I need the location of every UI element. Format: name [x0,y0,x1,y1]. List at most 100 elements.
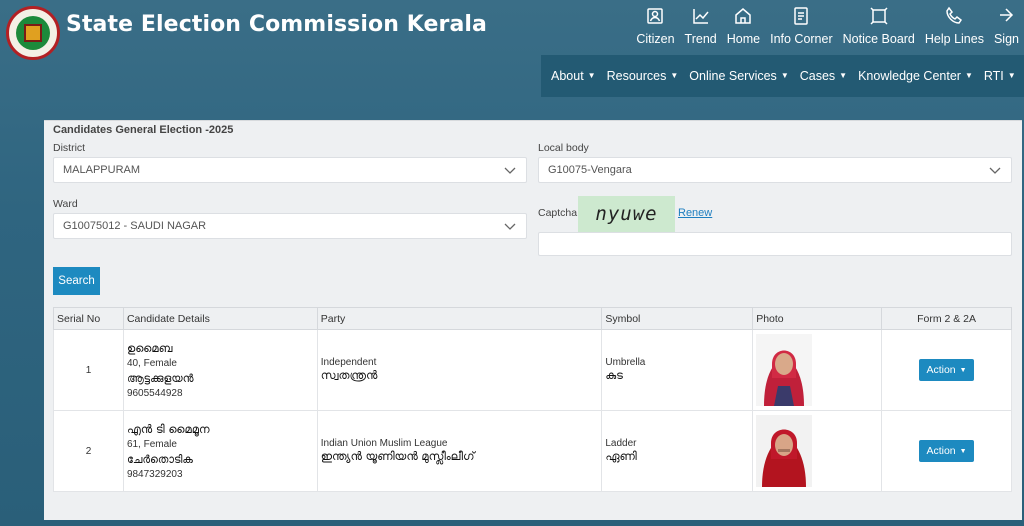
panel-title: Candidates General Election -2025 [53,124,234,136]
party-name-en: Indian Union Muslim League [320,438,448,449]
top-link-label: Trend [684,32,717,46]
home-icon [735,8,752,24]
menu-resources[interactable]: Resources ▼ [607,69,679,83]
menu-online-services[interactable]: Online Services ▼ [689,69,788,83]
col-form-header: Form 2 & 2A [881,307,1012,330]
menu-label: Resources [606,69,667,83]
candidates-table: Serial No Candidate Details Party Symbol… [53,307,1012,492]
party-name-ml: ഇന്ത്യൻ യൂണിയൻ മുസ്ലീംലീഗ് [320,449,475,463]
sign-icon [1000,8,1014,22]
symbol-cell: Umbrella കുട [601,329,754,411]
symbol-name-en: Umbrella [605,357,646,368]
symbol-cell: Ladder ഏണി [601,410,754,492]
top-link-citizen[interactable]: Citizen [631,6,679,52]
col-serial-header: Serial No [53,307,124,330]
site-title[interactable]: State Election Commission Kerala [66,12,487,37]
symbol-name-en: Ladder [605,438,637,449]
ward-select[interactable]: G10075012 - SAUDI NAGAR [53,213,527,239]
candidate-photo [756,334,813,406]
action-dropdown-button[interactable]: Action ▼ [919,440,975,462]
search-button[interactable]: Search [53,267,100,295]
top-link-label: Help Lines [924,32,984,46]
top-link-label: Sign [993,32,1019,46]
caret-down-icon: ▼ [959,447,967,455]
top-link-label: Info Corner [770,32,833,46]
top-link-trend[interactable]: Trend [680,6,722,52]
caret-down-icon: ▼ [780,71,789,80]
chevron-down-icon [504,223,516,230]
action-label: Action [926,364,956,376]
form-action-cell: Action ▼ [881,329,1012,411]
district-select[interactable]: MALAPPURAM [53,157,527,183]
photo-cell [752,329,883,411]
local-body-select[interactable]: G10075-Vengara [538,157,1012,183]
captcha-input[interactable] [538,232,1012,256]
action-dropdown-button[interactable]: Action ▼ [919,359,975,381]
top-link-info-corner[interactable]: Info Corner [765,6,838,52]
menu-knowledge-center[interactable]: Knowledge Center ▼ [858,69,973,83]
captcha-image: nyuwe [578,196,675,232]
menu-about[interactable]: About ▼ [551,69,596,83]
symbol-name-ml: ഏണി [605,449,637,463]
col-photo-header: Photo [752,307,883,330]
serial-cell: 1 [53,329,124,411]
col-candidate-header: Candidate Details [122,307,318,330]
chevron-down-icon [989,167,1001,174]
caret-down-icon: ▼ [959,366,967,374]
captcha-label: Captcha [538,207,578,219]
commission-logo[interactable] [6,6,60,60]
ward-value: G10075012 - SAUDI NAGAR [63,220,207,232]
trend-icon [692,9,709,24]
candidate-age-gender: 61, Female [126,438,177,450]
candidate-details-cell: ഉമൈബ 40, Female ആട്ടക്കുളയൻ 9605544928 [122,329,318,411]
candidate-photo [756,415,813,487]
table-header-row: Serial No Candidate Details Party Symbol… [53,307,1012,330]
candidate-address: ആട്ടക്കുളയൻ [126,371,194,385]
district-value: MALAPPURAM [63,164,141,176]
menu-cases[interactable]: Cases ▼ [800,69,847,83]
party-name-ml: സ്വതന്ത്രൻ [320,368,378,382]
ward-label: Ward [53,198,78,210]
chevron-down-icon [504,167,516,174]
top-link-sign[interactable]: Sign [989,6,1024,52]
caret-down-icon: ▼ [587,71,596,80]
col-party-header: Party [316,307,603,330]
party-name-en: Independent [320,357,377,368]
candidate-search-panel: Candidates General Election -2025 Distri… [44,120,1022,520]
party-cell: Indian Union Muslim League ഇന്ത്യൻ യൂണിയ… [316,410,603,492]
photo-cell [752,410,883,492]
col-symbol-header: Symbol [601,307,754,330]
party-cell: Independent സ്വതന്ത്രൻ [316,329,603,411]
info-corner-icon [794,7,809,25]
symbol-name-ml: കുട [605,368,623,382]
form-action-cell: Action ▼ [881,410,1012,492]
candidate-name: ഉമൈബ [126,340,173,355]
menu-rti[interactable]: RTI ▼ [984,69,1016,83]
top-link-help-lines[interactable]: Help Lines [920,6,989,52]
top-link-label: Home [726,32,761,46]
district-label: District [53,142,86,154]
notice-board-icon [870,7,888,25]
local-body-label: Local body [538,142,589,154]
menu-label: Cases [799,69,836,83]
action-label: Action [926,445,956,457]
candidate-age-gender: 40, Female [126,357,177,369]
top-link-home[interactable]: Home [722,6,765,52]
top-links: Citizen Trend Home Info Corner Notice Bo… [631,6,1024,52]
main-menu: About ▼ Resources ▼ Online Services ▼ Cases… [541,55,1024,97]
local-body-value: G10075-Vengara [548,164,632,176]
candidate-address: ചേർതൊടിക [126,452,193,466]
candidate-name: എൻ ടി മൈമൂന [126,421,210,436]
caret-down-icon: ▼ [1007,71,1016,80]
caret-down-icon: ▼ [670,71,679,80]
candidate-details-cell: എൻ ടി മൈമൂന 61, Female ചേർതൊടിക 98473292… [122,410,318,492]
menu-label: Knowledge Center [858,69,961,83]
citizen-icon [647,8,664,24]
top-link-label: Notice Board [842,32,915,46]
candidate-phone: 9605544928 [126,387,183,399]
top-link-notice-board[interactable]: Notice Board [838,6,920,52]
caret-down-icon: ▼ [839,71,848,80]
phone-icon [946,6,963,24]
menu-label: About [551,69,584,83]
renew-captcha-link[interactable]: Renew [678,207,712,219]
